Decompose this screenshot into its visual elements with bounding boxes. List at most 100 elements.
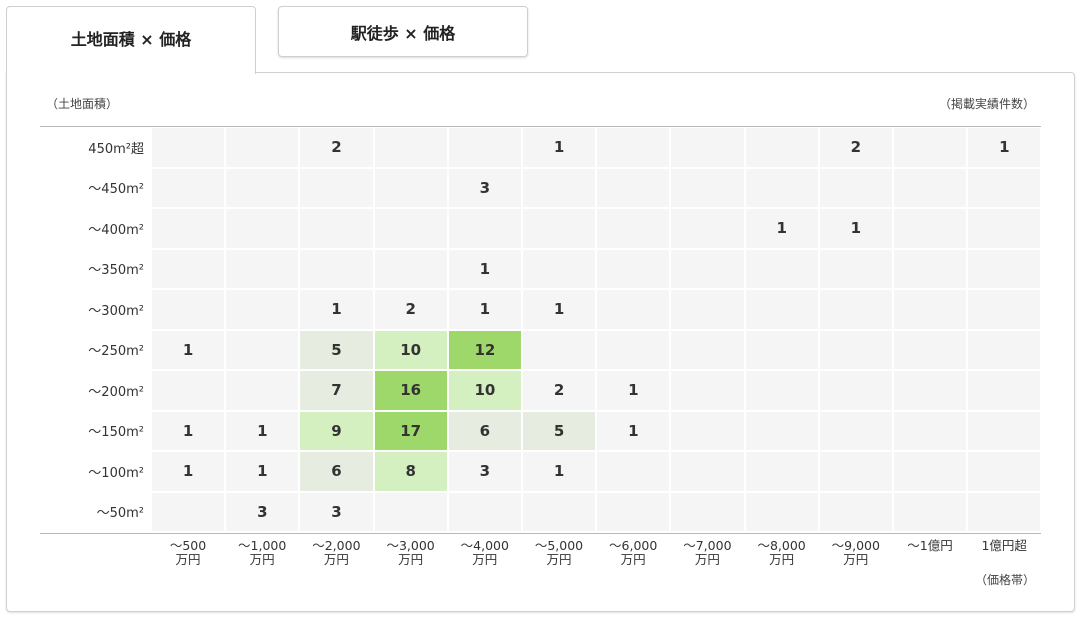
heatmap-cell bbox=[597, 492, 670, 531]
column-label: 〜1億円 bbox=[907, 538, 953, 553]
heatmap-cell bbox=[894, 411, 967, 450]
heatmap-cell bbox=[671, 411, 744, 450]
heatmap-cell bbox=[226, 290, 299, 329]
column-label: 〜9,000 万円 bbox=[831, 538, 880, 567]
heatmap-cell bbox=[226, 371, 299, 410]
bottom-rule bbox=[40, 533, 1041, 534]
heatmap-cell bbox=[894, 209, 967, 248]
row-label: 〜300m² bbox=[88, 303, 144, 319]
heatmap-cell bbox=[671, 452, 744, 491]
column-label: 〜1,000 万円 bbox=[238, 538, 287, 567]
heatmap-cell bbox=[152, 168, 225, 207]
heatmap-cell bbox=[968, 209, 1041, 248]
heatmap-cell: 1 bbox=[597, 411, 670, 450]
heatmap-cell: 2 bbox=[374, 290, 447, 329]
x-axis-unit-label: （価格帯） bbox=[974, 573, 1035, 587]
heatmap-cell: 1 bbox=[968, 128, 1041, 167]
heatmap-cell bbox=[968, 452, 1041, 491]
heatmap-cell bbox=[968, 371, 1041, 410]
heatmap-cell bbox=[819, 330, 892, 369]
heatmap-cell: 3 bbox=[448, 452, 521, 491]
heatmap-cell: 1 bbox=[597, 371, 670, 410]
heatmap-cell: 1 bbox=[448, 249, 521, 288]
column-label: 〜2,000 万円 bbox=[312, 538, 361, 567]
heatmap-cell bbox=[745, 168, 818, 207]
heatmap-cell bbox=[374, 128, 447, 167]
heatmap-cell bbox=[894, 330, 967, 369]
heatmap-cell bbox=[819, 452, 892, 491]
heatmap-cell bbox=[894, 492, 967, 531]
column-label: 〜8,000 万円 bbox=[757, 538, 806, 567]
heatmap-cell bbox=[448, 209, 521, 248]
heatmap-cell bbox=[671, 290, 744, 329]
heatmap-cell: 1 bbox=[300, 290, 373, 329]
row-label: 〜400m² bbox=[88, 222, 144, 238]
heatmap-cell bbox=[819, 371, 892, 410]
heatmap-cell: 1 bbox=[523, 452, 596, 491]
column-label: 〜6,000 万円 bbox=[609, 538, 658, 567]
heatmap-cell bbox=[374, 168, 447, 207]
heatmap-cell bbox=[597, 209, 670, 248]
tab-land-area-price[interactable]: 土地面積 × 価格 bbox=[6, 6, 256, 74]
heatmap-cell bbox=[523, 249, 596, 288]
heatmap-cell bbox=[374, 249, 447, 288]
heatmap-cell bbox=[671, 492, 744, 531]
row-label: 〜150m² bbox=[88, 425, 144, 441]
heatmap-cell: 2 bbox=[300, 128, 373, 167]
tab-label: 土地面積 × 価格 bbox=[70, 29, 192, 49]
tab-station-walk-price[interactable]: 駅徒歩 × 価格 bbox=[278, 6, 528, 57]
row-label: 〜250m² bbox=[88, 344, 144, 360]
heatmap-cell bbox=[152, 492, 225, 531]
heatmap-cell bbox=[448, 492, 521, 531]
heatmap-cell: 3 bbox=[300, 492, 373, 531]
heatmap-cell bbox=[152, 290, 225, 329]
heatmap-cell bbox=[523, 168, 596, 207]
column-label: 〜4,000 万円 bbox=[460, 538, 509, 567]
row-label: 〜200m² bbox=[88, 384, 144, 400]
heatmap-cell: 1 bbox=[226, 411, 299, 450]
heatmap-cell: 16 bbox=[374, 371, 447, 410]
heatmap-cell: 1 bbox=[226, 452, 299, 491]
heatmap-cell bbox=[745, 128, 818, 167]
heatmap-cell bbox=[152, 209, 225, 248]
heatmap-cell bbox=[597, 452, 670, 491]
heatmap-cell bbox=[226, 209, 299, 248]
heatmap-cell: 1 bbox=[152, 452, 225, 491]
heatmap-cell bbox=[894, 452, 967, 491]
heatmap-cell: 2 bbox=[523, 371, 596, 410]
heatmap-cell bbox=[226, 330, 299, 369]
heatmap-cell: 1 bbox=[448, 290, 521, 329]
column-label: 〜3,000 万円 bbox=[386, 538, 435, 567]
heatmap-cell bbox=[597, 290, 670, 329]
heatmap-cell bbox=[597, 128, 670, 167]
heatmap-cell bbox=[745, 411, 818, 450]
heatmap-cell bbox=[819, 168, 892, 207]
heatmap-cell bbox=[894, 128, 967, 167]
heatmap-cell bbox=[300, 168, 373, 207]
heatmap-cell: 12 bbox=[448, 330, 521, 369]
heatmap-cell: 3 bbox=[226, 492, 299, 531]
column-label: 〜500 万円 bbox=[169, 538, 207, 567]
heatmap-cell bbox=[300, 249, 373, 288]
heatmap-cell: 3 bbox=[448, 168, 521, 207]
heatmap-cell bbox=[745, 330, 818, 369]
row-label: 〜450m² bbox=[88, 182, 144, 198]
heatmap-cell bbox=[523, 330, 596, 369]
top-rule bbox=[40, 126, 1041, 127]
heatmap-cell bbox=[968, 168, 1041, 207]
heatmap-cell: 8 bbox=[374, 452, 447, 491]
row-label: 〜100m² bbox=[88, 465, 144, 481]
heatmap-cell bbox=[523, 492, 596, 531]
heatmap-cell bbox=[671, 330, 744, 369]
heatmap-cell bbox=[152, 249, 225, 288]
heatmap-cell: 1 bbox=[523, 128, 596, 167]
heatmap-cell: 1 bbox=[819, 209, 892, 248]
heatmap-cell: 1 bbox=[745, 209, 818, 248]
row-label: 〜50m² bbox=[96, 506, 144, 522]
heatmap-cell bbox=[448, 128, 521, 167]
heatmap-cell bbox=[671, 168, 744, 207]
heatmap-cell bbox=[671, 209, 744, 248]
heatmap-cell bbox=[597, 249, 670, 288]
heatmap-cell bbox=[374, 492, 447, 531]
heatmap-cell bbox=[968, 290, 1041, 329]
